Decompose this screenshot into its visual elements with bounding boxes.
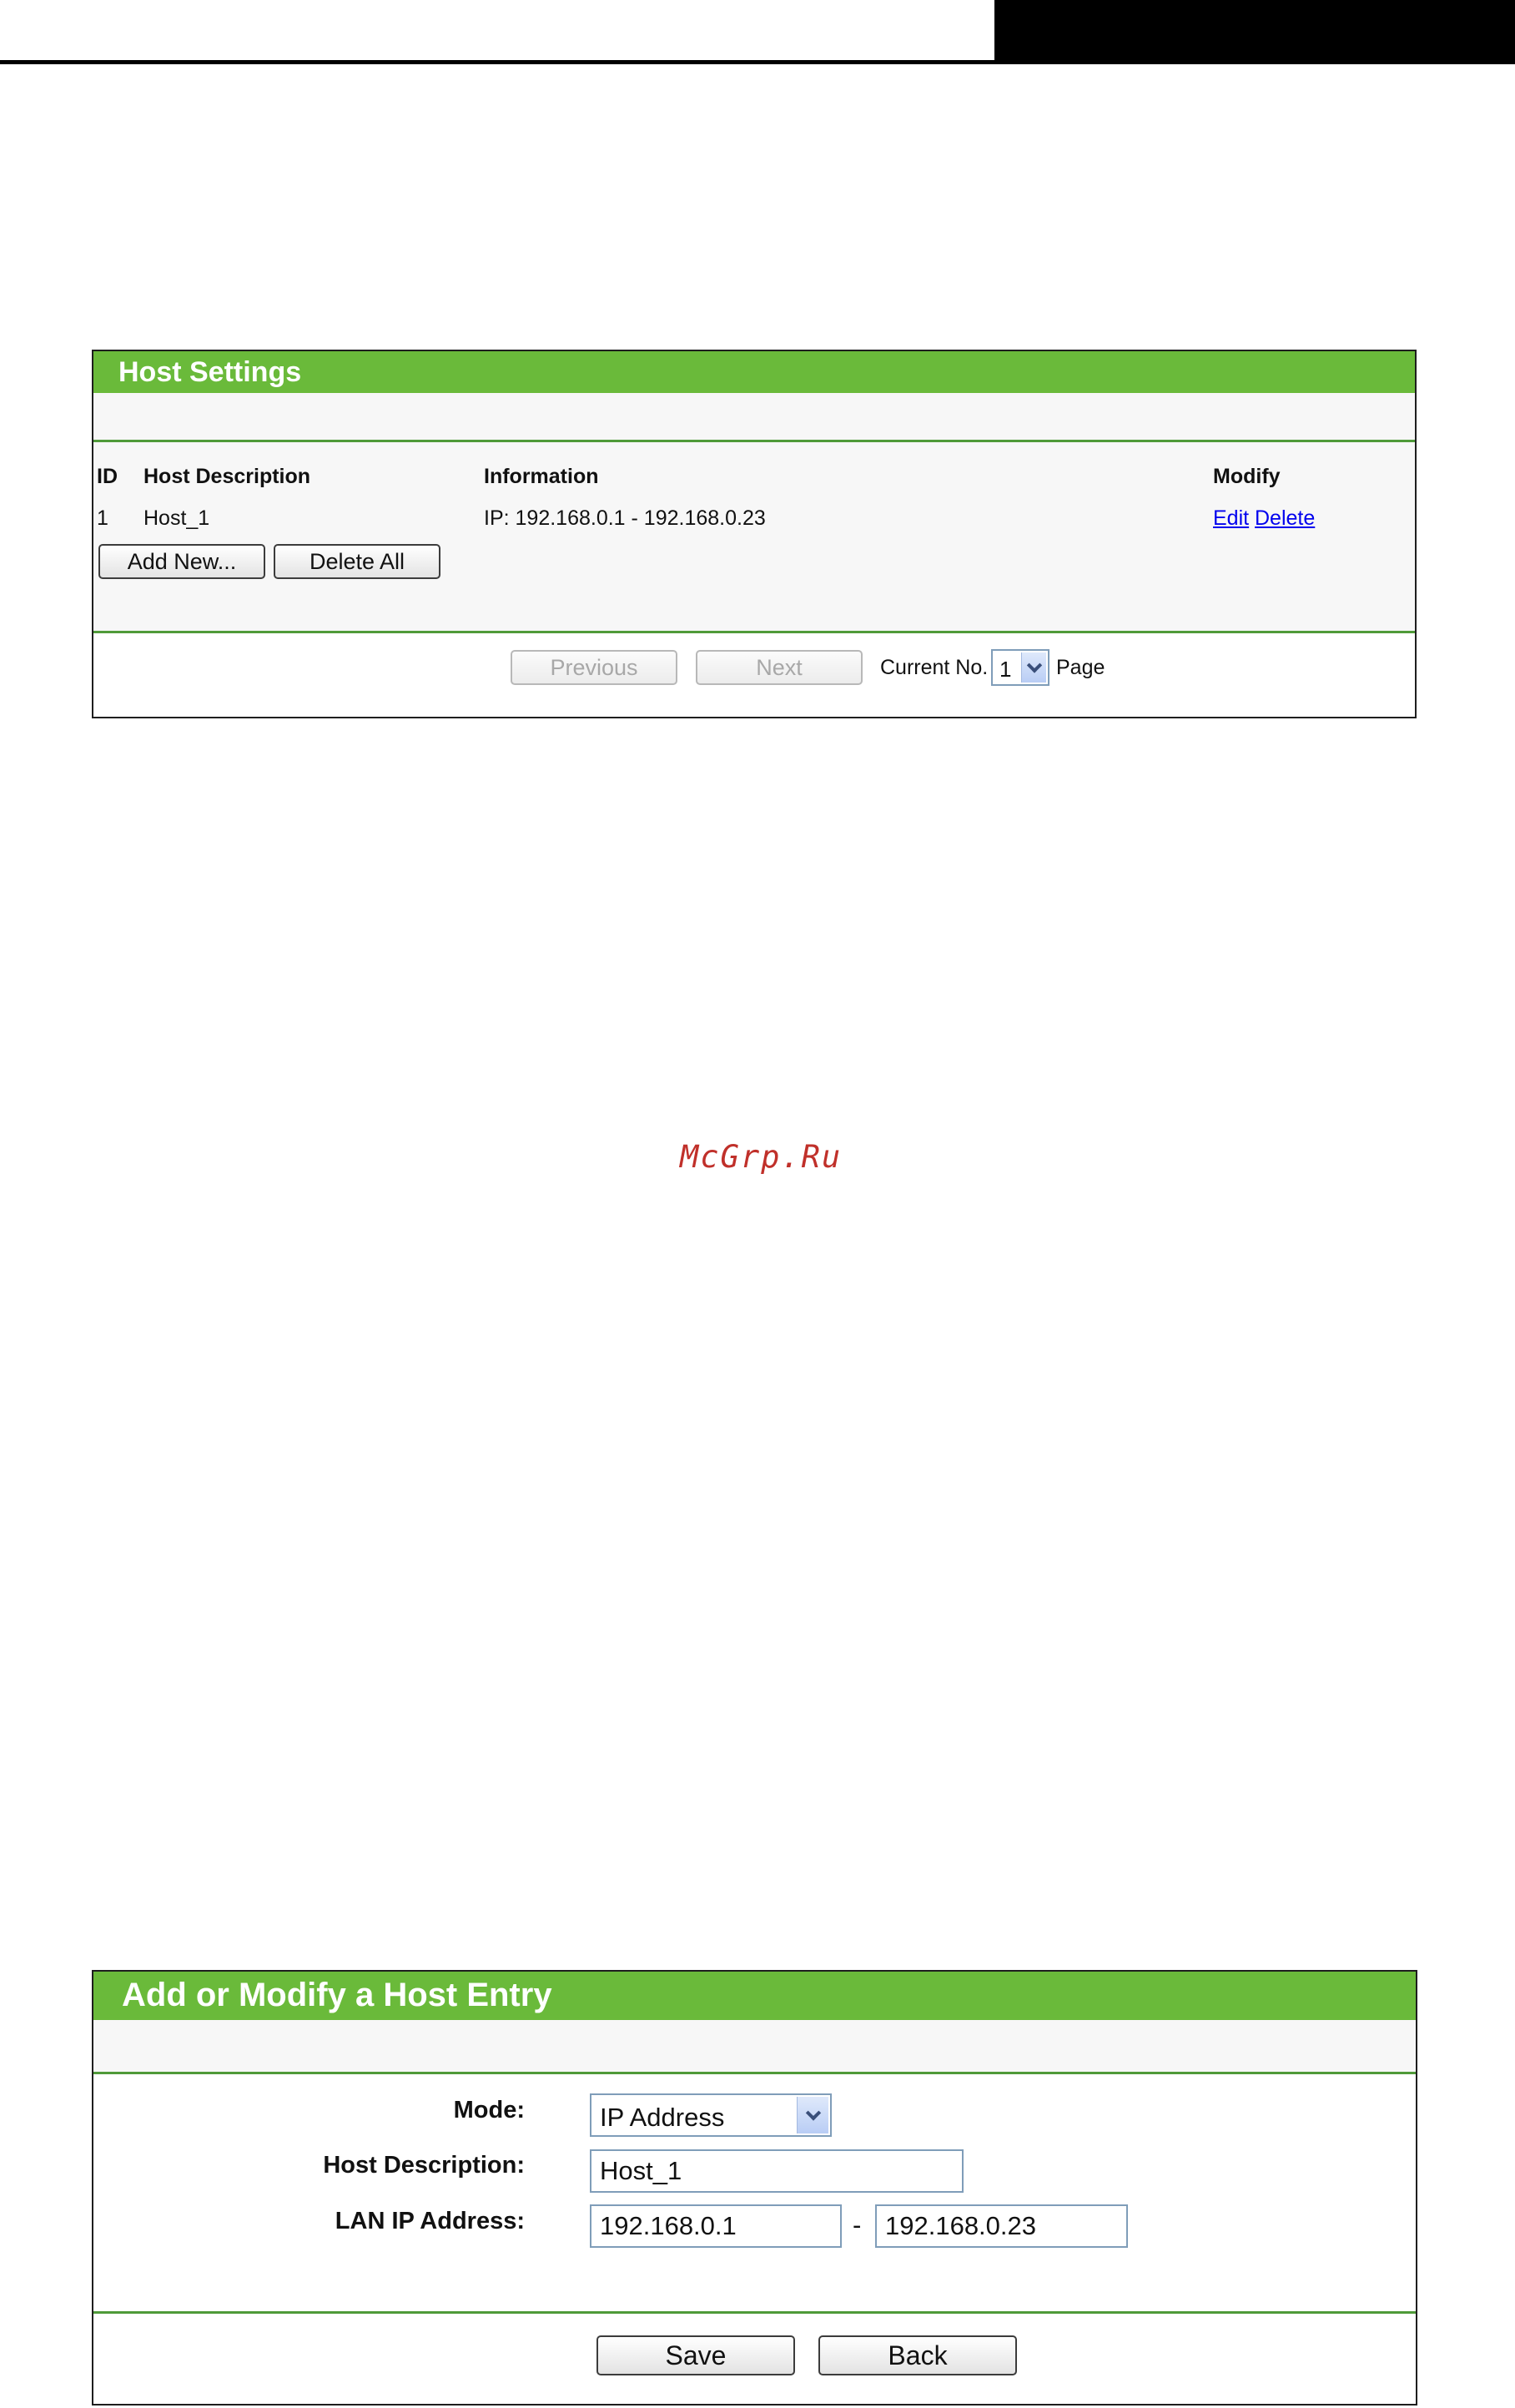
panel-band: [93, 393, 1415, 440]
row-description: Host_1: [143, 506, 210, 530]
host-description-input[interactable]: Host_1: [590, 2149, 964, 2193]
watermark-text: McGrp.Ru: [680, 1139, 843, 1175]
ip-start-input[interactable]: 192.168.0.1: [590, 2204, 842, 2248]
header-black-block: [994, 0, 1515, 62]
page-label: Page: [1056, 656, 1105, 679]
host-entry-form: Mode: IP Address Host Description: Host_…: [93, 2074, 1416, 2311]
current-no-label: Current No.: [880, 656, 989, 679]
save-button[interactable]: Save: [596, 2335, 795, 2375]
delete-link[interactable]: Delete: [1255, 506, 1315, 531]
edit-link[interactable]: Edit: [1213, 506, 1249, 531]
delete-all-button[interactable]: Delete All: [274, 544, 440, 579]
chevron-down-icon: [797, 2097, 828, 2133]
mode-select-value: IP Address: [600, 2103, 725, 2132]
next-button[interactable]: Next: [696, 650, 863, 685]
page-select[interactable]: 1: [991, 649, 1049, 686]
previous-button[interactable]: Previous: [511, 650, 677, 685]
ip-end-input[interactable]: 192.168.0.23: [875, 2204, 1128, 2248]
row-information: IP: 192.168.0.1 - 192.168.0.23: [484, 506, 766, 530]
column-header-id: ID: [97, 465, 118, 488]
host-description-label: Host Description:: [323, 2152, 525, 2179]
pagination-bar: Previous Next Current No. 1 Page: [93, 633, 1415, 720]
lan-ip-label: LAN IP Address:: [335, 2208, 525, 2234]
mode-label: Mode:: [453, 2097, 525, 2123]
column-header-modify: Modify: [1213, 465, 1281, 488]
chevron-down-icon: [1021, 652, 1046, 683]
panel-title: Add or Modify a Host Entry: [93, 1972, 1416, 2020]
row-id: 1: [97, 506, 108, 530]
column-header-description: Host Description: [143, 465, 311, 488]
back-button[interactable]: Back: [818, 2335, 1017, 2375]
host-table: ID Host Description Information Modify 1…: [93, 442, 1415, 631]
panel-band: [93, 2020, 1416, 2072]
panel-title: Host Settings: [93, 351, 1415, 393]
column-header-information: Information: [484, 465, 599, 488]
page-select-value: 1: [999, 657, 1012, 682]
form-actions: Save Back: [93, 2314, 1416, 2408]
header-rule: [0, 60, 1515, 64]
add-new-button[interactable]: Add New...: [98, 544, 265, 579]
host-settings-panel: Host Settings ID Host Description Inform…: [92, 350, 1417, 718]
ip-range-separator: -: [853, 2210, 862, 2239]
mode-select[interactable]: IP Address: [590, 2093, 832, 2137]
host-entry-panel: Add or Modify a Host Entry Mode: IP Addr…: [92, 1970, 1417, 2405]
